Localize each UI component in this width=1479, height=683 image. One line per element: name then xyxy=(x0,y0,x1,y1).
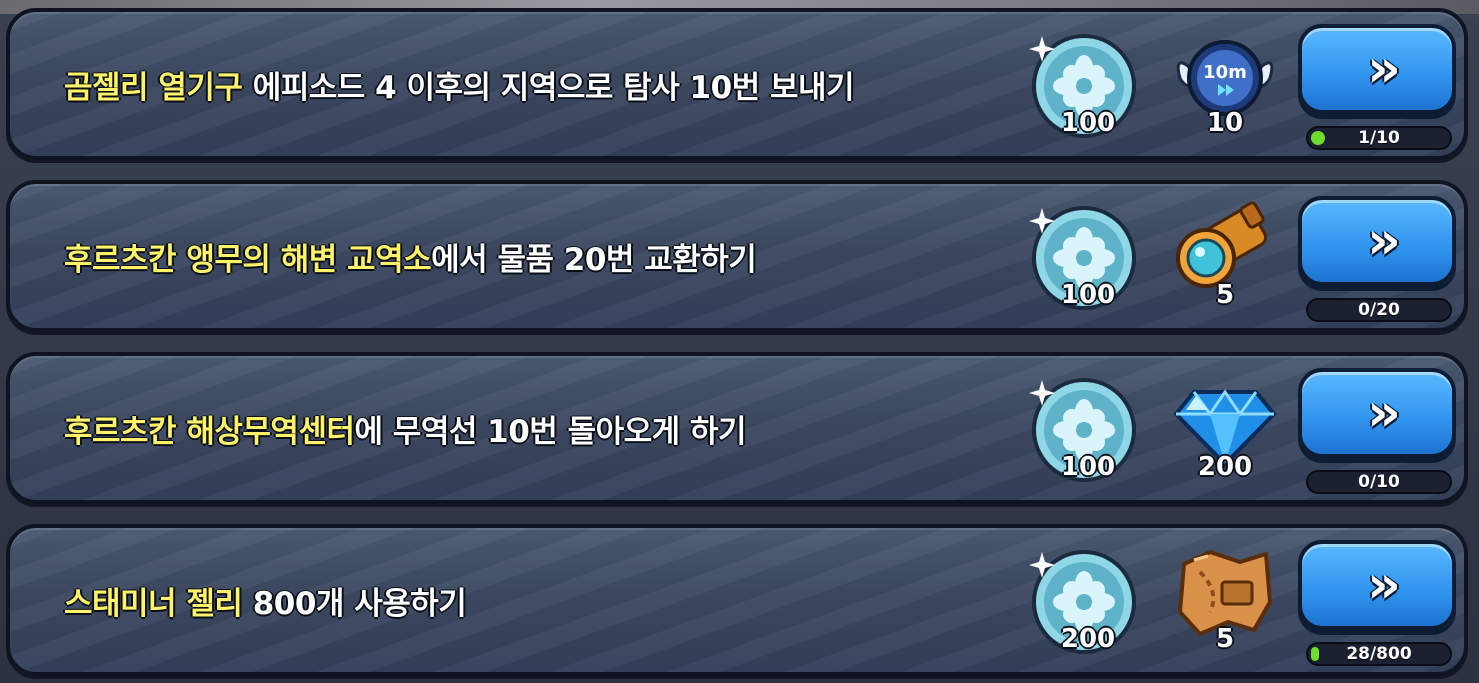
quest-description: 스태미너 젤리 800개 사용하기 xyxy=(64,528,467,672)
progress-label: 1/10 xyxy=(1358,128,1400,148)
double-chevron-right-icon: » xyxy=(1367,383,1401,443)
go-button[interactable]: » xyxy=(1298,196,1456,286)
go-button[interactable]: » xyxy=(1298,368,1456,458)
medal-amount: 100 xyxy=(1060,108,1116,138)
progress-label: 0/10 xyxy=(1358,472,1400,492)
quest-row: 후르츠칸 해상무역센터 에 무역선 10번 돌아오게 하기 100 200 » 0… xyxy=(6,352,1468,504)
progress-bar: 0/10 xyxy=(1306,470,1452,494)
quest-row: 후르츠칸 앵무의 해변 교역소 에서 물품 20번 교환하기 100 5 » 0/… xyxy=(6,180,1468,332)
reward-amount: 5 xyxy=(1215,624,1235,654)
reward-amount: 10 xyxy=(1206,108,1244,138)
quest-highlight: 후르츠칸 해상무역센터 xyxy=(64,413,355,450)
go-button[interactable]: » xyxy=(1298,540,1456,630)
quest-description: 후르츠칸 앵무의 해변 교역소 에서 물품 20번 교환하기 xyxy=(64,184,757,328)
double-chevron-right-icon: » xyxy=(1367,39,1401,99)
go-button[interactable]: » xyxy=(1298,24,1456,114)
quest-highlight: 스태미너 젤리 xyxy=(64,585,243,622)
medal-amount: 200 xyxy=(1060,624,1116,654)
double-chevron-right-icon: » xyxy=(1367,555,1401,615)
progress-label: 28/800 xyxy=(1346,644,1412,664)
medal-amount: 100 xyxy=(1060,280,1116,310)
quest-highlight: 후르츠칸 앵무의 해변 교역소 xyxy=(64,241,432,278)
progress-bar: 28/800 xyxy=(1306,642,1452,666)
medal-amount: 100 xyxy=(1060,452,1116,482)
quest-text: 에피소드 4 이후의 지역으로 탐사 10번 보내기 xyxy=(242,69,855,106)
progress-label: 0/20 xyxy=(1358,300,1400,320)
ticket-label: 10m xyxy=(1203,62,1247,83)
reward-amount: 200 xyxy=(1197,452,1253,482)
reward-amount: 5 xyxy=(1215,280,1235,310)
quest-row: 곰젤리 열기구 에피소드 4 이후의 지역으로 탐사 10번 보내기 100 1… xyxy=(6,8,1468,160)
quest-description: 곰젤리 열기구 에피소드 4 이후의 지역으로 탐사 10번 보내기 xyxy=(64,12,855,156)
quest-text: 에서 물품 20번 교환하기 xyxy=(431,241,757,278)
quest-row: 스태미너 젤리 800개 사용하기 200 5 » 28/800 xyxy=(6,524,1468,676)
progress-bar: 0/20 xyxy=(1306,298,1452,322)
quest-description: 후르츠칸 해상무역센터 에 무역선 10번 돌아오게 하기 xyxy=(64,356,747,500)
quest-text: 에 무역선 10번 돌아오게 하기 xyxy=(354,413,747,450)
quest-highlight: 곰젤리 열기구 xyxy=(64,69,243,106)
progress-bar: 1/10 xyxy=(1306,126,1452,150)
double-chevron-right-icon: » xyxy=(1367,211,1401,271)
quest-text: 800개 사용하기 xyxy=(242,585,467,622)
